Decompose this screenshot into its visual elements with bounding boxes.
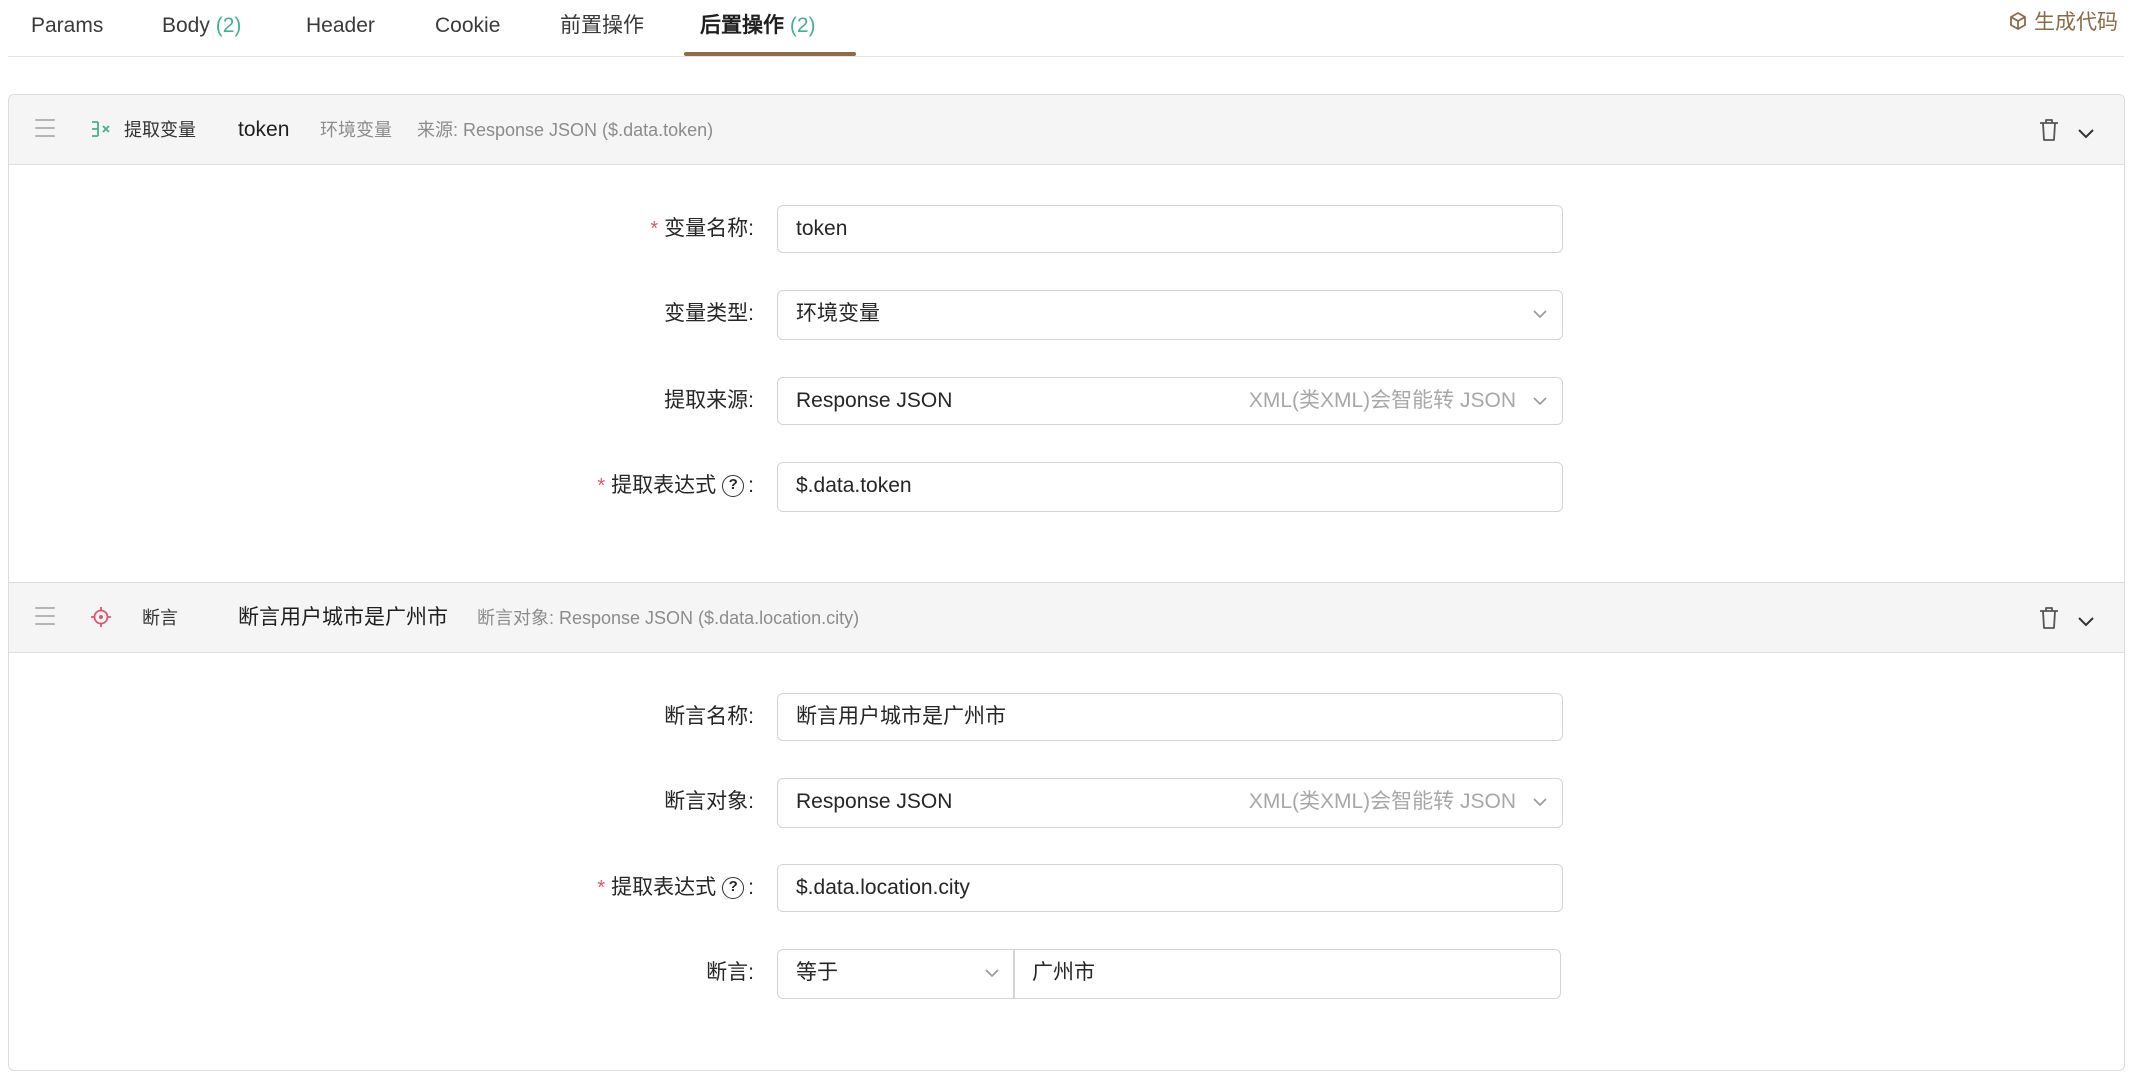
required-mark: * (597, 475, 606, 497)
tab-header[interactable]: Header (306, 0, 375, 57)
assertion-header[interactable]: 断言 断言用户城市是广州市 断言对象: Response JSON ($.dat… (9, 583, 2124, 653)
extract-variable-panel: 提取变量 token 环境变量 来源: Response JSON ($.dat… (8, 94, 2125, 582)
extract-variable-header[interactable]: 提取变量 token 环境变量 来源: Response JSON ($.dat… (9, 95, 2124, 165)
colon: : (748, 474, 754, 497)
assertion-expression-label-text: 提取表达式 (611, 876, 717, 899)
assertion-target-value: Response JSON (796, 790, 953, 813)
colon: : (748, 705, 754, 728)
assertion-expression-label: * 提取表达式 ?: (597, 864, 754, 912)
generate-code-button[interactable]: 生成代码 (2008, 6, 2118, 36)
tab-body[interactable]: Body (2) (162, 0, 241, 57)
collapse-extract-button[interactable] (2076, 123, 2096, 143)
extract-item-name: token (238, 118, 290, 141)
cube-icon (2010, 12, 2026, 30)
tab-pre-processors[interactable]: 前置操作 (560, 0, 644, 57)
colon: : (748, 790, 754, 813)
extract-type-label: 提取变量 (124, 120, 196, 140)
colon: : (748, 217, 754, 240)
assertion-expected-value: 广州市 (1032, 961, 1095, 984)
assertion-target-label: 断言对象: (664, 778, 754, 826)
assertion-target-hint: XML(类XML)会智能转 JSON (1248, 790, 1516, 813)
generate-code-label: 生成代码 (2034, 11, 2118, 34)
tab-cookie[interactable]: Cookie (435, 0, 500, 57)
assertion-target-label-text: 断言对象 (664, 790, 749, 813)
extract-expression-input[interactable]: $.data.token (777, 462, 1563, 512)
var-name-label-text: 变量名称 (664, 217, 749, 240)
extract-scope: 环境变量 (320, 120, 392, 140)
assertion-operator-value: 等于 (796, 961, 838, 984)
tab-body-count: (2) (215, 14, 242, 37)
required-mark: * (597, 877, 606, 899)
required-mark: * (650, 218, 659, 240)
var-name-value: token (796, 217, 848, 240)
chevron-down-icon (1533, 798, 1547, 807)
tab-pre-processors-label: 前置操作 (560, 14, 644, 37)
trash-icon (2040, 607, 2058, 629)
help-icon[interactable]: ? (722, 475, 745, 497)
extract-source-hint: XML(类XML)会智能转 JSON (1248, 389, 1516, 412)
extract-source-label-text: 提取来源 (664, 389, 749, 412)
delete-assertion-button[interactable] (2038, 605, 2060, 631)
colon: : (748, 876, 754, 899)
tab-body-label: Body (162, 14, 210, 37)
tab-bar: Params Body (2) Header Cookie 前置操作 后置操作 … (8, 0, 2124, 57)
assertion-operator-select[interactable]: 等于 (777, 949, 1015, 999)
tab-header-label: Header (306, 14, 375, 37)
var-name-input[interactable]: token (777, 205, 1563, 253)
chevron-down-icon (1533, 310, 1547, 319)
assertion-expected-input[interactable]: 广州市 (1013, 949, 1561, 999)
assertion-panel: 断言 断言用户城市是广州市 断言对象: Response JSON ($.dat… (8, 582, 2125, 1071)
tab-post-processors[interactable]: 后置操作 (2) (700, 0, 816, 57)
tab-post-processors-count: (2) (789, 14, 816, 37)
tab-cookie-label: Cookie (435, 14, 501, 37)
chevron-down-icon (1533, 397, 1547, 406)
extract-expression-value: $.data.token (796, 474, 912, 497)
assertion-item-name: 断言用户城市是广州市 (238, 606, 448, 629)
var-type-value: 环境变量 (796, 302, 880, 325)
assertion-name-value: 断言用户城市是广州市 (796, 705, 1006, 728)
assertion-name-input[interactable]: 断言用户城市是广州市 (777, 693, 1563, 741)
drag-handle-icon[interactable] (35, 119, 55, 139)
drag-handle-icon[interactable] (35, 607, 55, 627)
var-type-label-text: 变量类型 (664, 302, 749, 325)
extract-source-value: Response JSON (796, 389, 953, 412)
extract-expression-label: * 提取表达式 ?: (597, 462, 754, 510)
var-type-select[interactable]: 环境变量 (777, 290, 1563, 340)
var-type-label: 变量类型: (664, 290, 754, 338)
tab-params[interactable]: Params (31, 0, 103, 57)
assertion-target-summary: 断言对象: Response JSON ($.data.location.cit… (477, 608, 860, 628)
delete-extract-button[interactable] (2038, 117, 2060, 143)
trash-icon (2040, 119, 2058, 141)
extract-source-label: 提取来源: (664, 377, 754, 425)
help-icon[interactable]: ? (722, 877, 745, 899)
assertion-name-label: 断言名称: (664, 693, 754, 741)
extract-expression-label-text: 提取表达式 (611, 474, 717, 497)
assertion-label-text: 断言 (706, 961, 749, 984)
active-tab-indicator (684, 52, 856, 56)
extract-source-select[interactable]: Response JSON XML(类XML)会智能转 JSON (777, 377, 1563, 425)
assertion-name-label-text: 断言名称 (664, 705, 749, 728)
var-name-label: * 变量名称: (650, 205, 754, 253)
crosshair-icon (89, 605, 113, 629)
extract-source-summary: 来源: Response JSON ($.data.token) (417, 120, 714, 140)
assertion-target-select[interactable]: Response JSON XML(类XML)会智能转 JSON (777, 778, 1563, 828)
extract-variable-icon (89, 117, 113, 141)
chevron-down-icon (2078, 617, 2094, 627)
chevron-down-icon (985, 969, 999, 978)
assertion-type-label: 断言 (142, 608, 178, 628)
collapse-assertion-button[interactable] (2076, 611, 2096, 631)
colon: : (748, 302, 754, 325)
chevron-down-icon (2078, 129, 2094, 139)
assertion-expression-input[interactable]: $.data.location.city (777, 864, 1563, 912)
tab-params-label: Params (31, 14, 104, 37)
colon: : (748, 961, 754, 984)
assertion-expression-value: $.data.location.city (796, 876, 970, 899)
tab-post-processors-label: 后置操作 (700, 14, 784, 37)
colon: : (748, 389, 754, 412)
assertion-label: 断言: (706, 949, 754, 997)
